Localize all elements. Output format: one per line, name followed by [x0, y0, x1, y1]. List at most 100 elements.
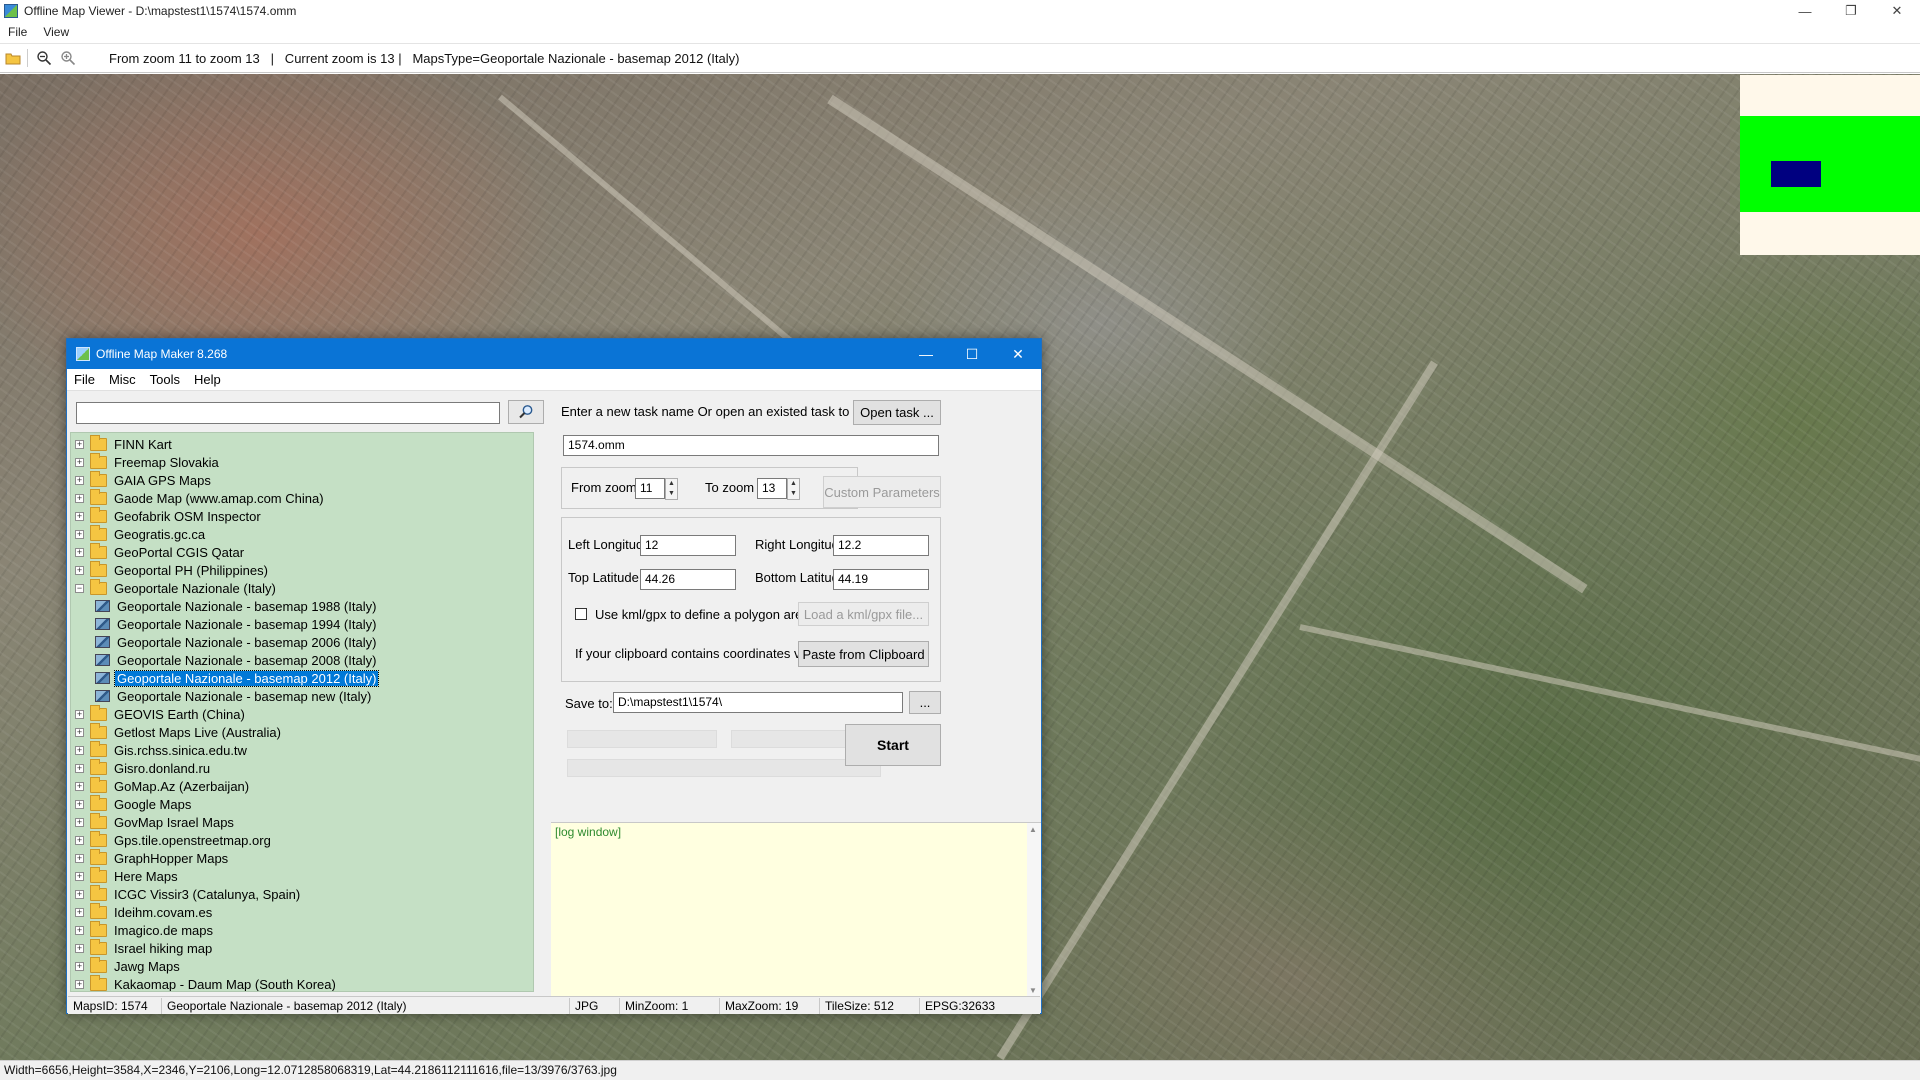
spin-up-icon[interactable]: ▲	[666, 479, 677, 489]
log-window[interactable]: [log window] ▲ ▼	[551, 822, 1041, 997]
tree-expander-icon[interactable]: +	[75, 727, 84, 737]
paste-clipboard-button[interactable]: Paste from Clipboard	[798, 641, 929, 667]
tree-item[interactable]: + GeoPortal CGIS Qatar	[71, 542, 246, 561]
browse-button[interactable]: ...	[909, 691, 941, 714]
tree-item[interactable]: + GoMap.Az (Azerbaijan)	[71, 776, 251, 795]
tree-item[interactable]: + Gaode Map (www.amap.com China)	[71, 488, 326, 507]
spin-down-icon[interactable]: ▼	[788, 489, 799, 499]
tree-expander-icon[interactable]: +	[75, 565, 84, 575]
tree-item[interactable]: + Geogratis.gc.ca	[71, 524, 207, 543]
dialog-menu-help[interactable]: Help	[187, 372, 228, 387]
tree-expander-icon[interactable]: +	[75, 763, 84, 773]
tree-expander-icon[interactable]: +	[75, 745, 84, 755]
tree-expander-icon[interactable]: +	[75, 961, 84, 971]
left-longitude-input[interactable]: 12	[640, 535, 736, 556]
open-folder-button[interactable]	[2, 47, 24, 69]
spin-up-icon[interactable]: ▲	[788, 479, 799, 489]
task-name-input[interactable]: 1574.omm	[563, 435, 939, 456]
tree-item[interactable]: Geoportale Nazionale - basemap 1988 (Ita…	[95, 597, 378, 615]
menu-file[interactable]: File	[0, 25, 35, 39]
dialog-menu-tools[interactable]: Tools	[143, 372, 187, 387]
tree-item[interactable]: − Geoportale Nazionale (Italy)	[71, 578, 278, 597]
dialog-minimize-button[interactable]: —	[903, 339, 949, 369]
tree-item[interactable]: + Imagico.de maps	[71, 920, 215, 939]
tree-item[interactable]: Geoportale Nazionale - basemap 2008 (Ita…	[95, 651, 378, 669]
tree-expander-icon[interactable]: +	[75, 511, 84, 521]
tree-item[interactable]: + Gps.tile.openstreetmap.org	[71, 830, 273, 849]
save-path-input[interactable]: D:\mapstest1\1574\	[613, 692, 903, 713]
tree-expander-icon[interactable]: +	[75, 979, 84, 989]
spin-down-icon[interactable]: ▼	[666, 489, 677, 499]
tree-item[interactable]: Geoportale Nazionale - basemap 2012 (Ita…	[95, 669, 380, 687]
tree-item[interactable]: + Here Maps	[71, 866, 180, 885]
to-zoom-spinner[interactable]: ▲ ▼	[787, 478, 800, 500]
right-longitude-input[interactable]: 12.2	[833, 535, 929, 556]
maximize-button[interactable]: ❐	[1828, 0, 1874, 22]
open-task-button[interactable]: Open task ...	[853, 400, 941, 425]
tree-item[interactable]: + ICGC Vissir3 (Catalunya, Spain)	[71, 884, 302, 903]
use-kml-checkbox[interactable]	[575, 608, 587, 620]
log-scrollbar[interactable]: ▲ ▼	[1027, 823, 1041, 997]
menu-view[interactable]: View	[35, 25, 77, 39]
zoom-out-button[interactable]	[33, 47, 55, 69]
tree-item[interactable]: Geoportale Nazionale - basemap 1994 (Ita…	[95, 615, 378, 633]
tree-item[interactable]: + GEOVIS Earth (China)	[71, 704, 247, 723]
tree-expander-icon[interactable]: +	[75, 709, 84, 719]
tree-expander-icon[interactable]: +	[75, 781, 84, 791]
zoom-in-button[interactable]	[57, 47, 79, 69]
tree-item[interactable]: + Jawg Maps	[71, 956, 182, 975]
tree-expander-icon[interactable]: +	[75, 493, 84, 503]
tree-item[interactable]: + Freemap Slovakia	[71, 452, 221, 471]
scroll-up-icon[interactable]: ▲	[1029, 825, 1037, 834]
tree-item[interactable]: Geoportale Nazionale - basemap 2006 (Ita…	[95, 633, 378, 651]
custom-parameters-button[interactable]: Custom Parameters	[823, 476, 941, 508]
scroll-down-icon[interactable]: ▼	[1029, 986, 1037, 995]
tree-expander-icon[interactable]: +	[75, 817, 84, 827]
maps-tree[interactable]: + FINN Kart + Freemap Slovakia + GAIA GPS Map…	[70, 432, 534, 992]
bottom-latitude-input[interactable]: 44.19	[833, 569, 929, 590]
tree-expander-icon[interactable]: +	[75, 907, 84, 917]
load-kml-button[interactable]: Load a kml/gpx file...	[798, 602, 929, 626]
from-zoom-spinner[interactable]: ▲ ▼	[665, 478, 678, 500]
tree-expander-icon[interactable]: −	[75, 583, 84, 593]
tree-expander-icon[interactable]: +	[75, 475, 84, 485]
close-button[interactable]: ✕	[1874, 0, 1920, 22]
tree-expander-icon[interactable]: +	[75, 529, 84, 539]
tree-expander-icon[interactable]: +	[75, 547, 84, 557]
tree-item[interactable]: + GAIA GPS Maps	[71, 470, 213, 489]
dialog-menu-file[interactable]: File	[67, 372, 102, 387]
tree-item[interactable]: + Geoportal PH (Philippines)	[71, 560, 270, 579]
tree-item[interactable]: + Israel hiking map	[71, 938, 214, 957]
tree-item[interactable]: + Gis.rchss.sinica.edu.tw	[71, 740, 249, 759]
dialog-menu-misc[interactable]: Misc	[102, 372, 143, 387]
minimap-viewport-marker[interactable]	[1771, 161, 1821, 187]
tree-item[interactable]: + GovMap Israel Maps	[71, 812, 236, 831]
tree-item[interactable]: + Ideihm.covam.es	[71, 902, 214, 921]
tree-expander-icon[interactable]: +	[75, 925, 84, 935]
tree-expander-icon[interactable]: +	[75, 835, 84, 845]
minimize-button[interactable]: —	[1782, 0, 1828, 22]
tree-item[interactable]: + GraphHopper Maps	[71, 848, 230, 867]
to-zoom-input[interactable]: 13	[757, 478, 787, 499]
tree-item[interactable]: + Getlost Maps Live (Australia)	[71, 722, 283, 741]
tree-item[interactable]: + Kakaomap - Daum Map (South Korea)	[71, 974, 338, 991]
dialog-close-button[interactable]: ✕	[995, 339, 1041, 369]
from-zoom-input[interactable]: 11	[635, 478, 665, 499]
tree-item[interactable]: + Geofabrik OSM Inspector	[71, 506, 263, 525]
tree-expander-icon[interactable]: +	[75, 943, 84, 953]
tree-expander-icon[interactable]: +	[75, 853, 84, 863]
tree-item[interactable]: Geoportale Nazionale - basemap new (Ital…	[95, 687, 373, 705]
tree-expander-icon[interactable]: +	[75, 799, 84, 809]
search-input[interactable]	[76, 402, 500, 424]
tree-item[interactable]: + Google Maps	[71, 794, 193, 813]
dialog-maximize-button[interactable]: ☐	[949, 339, 995, 369]
dialog-titlebar[interactable]: Offline Map Maker 8.268 — ☐ ✕	[67, 339, 1041, 369]
tree-expander-icon[interactable]: +	[75, 439, 84, 449]
search-button[interactable]	[508, 400, 544, 424]
tree-scrollbar[interactable]	[533, 433, 534, 992]
tree-expander-icon[interactable]: +	[75, 889, 84, 899]
top-latitude-input[interactable]: 44.26	[640, 569, 736, 590]
tree-expander-icon[interactable]: +	[75, 871, 84, 881]
overview-minimap[interactable]	[1740, 75, 1920, 255]
tree-item[interactable]: + FINN Kart	[71, 434, 174, 453]
